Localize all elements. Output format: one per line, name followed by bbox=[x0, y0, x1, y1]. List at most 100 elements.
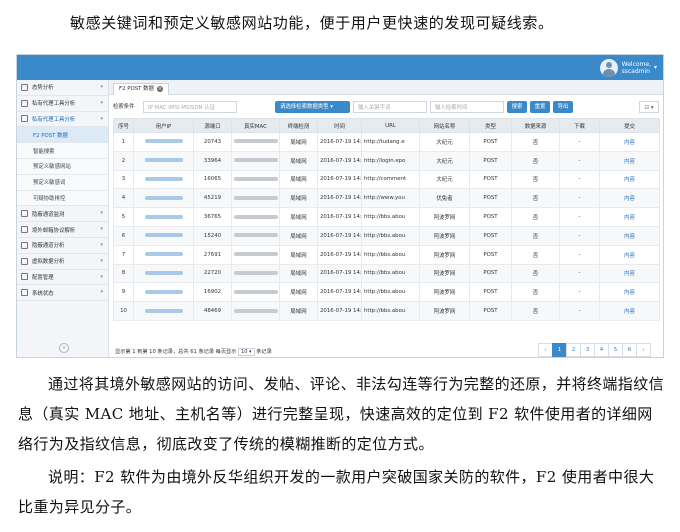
table-cell: 2016-07-19 14: bbox=[317, 225, 362, 246]
table-cell[interactable]: 内容 bbox=[599, 301, 660, 321]
page-button[interactable]: › bbox=[636, 343, 651, 357]
table-cell: 局域网 bbox=[279, 150, 318, 171]
page-button[interactable]: 2 bbox=[566, 343, 581, 357]
table-cell[interactable]: 内容 bbox=[599, 169, 660, 190]
sidebar-item[interactable]: F2 POST 数据 bbox=[17, 127, 108, 144]
page-button[interactable]: 4 bbox=[594, 343, 609, 357]
sidebar-item[interactable]: 隐蔽通道监测 ▾ bbox=[17, 206, 108, 223]
table-cell: 否 bbox=[511, 132, 560, 152]
table-cell[interactable]: 内容 bbox=[599, 150, 660, 171]
column-header[interactable]: 源端口 bbox=[193, 118, 232, 133]
table-cell bbox=[231, 282, 280, 303]
column-header[interactable]: 提交 bbox=[599, 118, 660, 133]
table-cell: 8 bbox=[113, 263, 134, 284]
table-cell bbox=[231, 169, 280, 190]
menu-icon bbox=[21, 210, 28, 218]
table-row[interactable]: 4 45219 局域网 2016-07-19 14: http://www.you 优兔者… bbox=[113, 188, 660, 209]
sidebar-item[interactable]: 态势分析 ▾ bbox=[17, 80, 108, 96]
column-header[interactable]: 网站名称 bbox=[419, 118, 470, 133]
table-cell: 大纪元 bbox=[419, 132, 470, 152]
redacted-value bbox=[234, 139, 278, 144]
data-type-select[interactable]: 请选择检索数据类型 ▾ bbox=[275, 101, 350, 113]
avatar-icon bbox=[599, 58, 618, 77]
page-button[interactable]: 3 bbox=[580, 343, 595, 357]
tab-f2-post[interactable]: F2 POST 数据 × bbox=[113, 83, 169, 95]
table-cell: 优兔者 bbox=[419, 188, 470, 209]
sidebar-item[interactable]: 私有代理工具分析 ▾ bbox=[17, 96, 108, 112]
reset-button[interactable]: 重置 bbox=[530, 101, 550, 113]
table-cell: 10 bbox=[113, 301, 134, 321]
table-cell: 2016-07-19 14: bbox=[317, 244, 362, 265]
table-cell: POST bbox=[469, 244, 512, 265]
export-button[interactable]: 导出 bbox=[553, 101, 573, 113]
body-paragraph: 通过将其境外敏感网站的访问、发帖、评论、非法勾连等行为完整的还原，并将终端指纹信… bbox=[18, 375, 665, 453]
table-cell bbox=[231, 244, 280, 265]
column-header[interactable]: 类型 bbox=[469, 118, 512, 133]
table-cell: 否 bbox=[511, 150, 560, 171]
table-cell[interactable]: 内容 bbox=[599, 244, 660, 265]
page-button[interactable]: 1 bbox=[552, 343, 567, 357]
sidebar-item[interactable]: 预定义敏感网站 bbox=[17, 158, 108, 175]
user-menu[interactable]: Welcome, sscadmin ▾ bbox=[599, 57, 657, 78]
sidebar-item[interactable]: 可疑协助排控 bbox=[17, 190, 108, 207]
table-cell: 2016-07-19 14: bbox=[317, 282, 362, 303]
sidebar-item[interactable]: 虚拟数据分析 ▾ bbox=[17, 254, 108, 270]
table-row[interactable]: 6 15240 局域网 2016-07-19 14: http://bbs.abou 阿波… bbox=[113, 225, 660, 246]
page-button[interactable]: 5 bbox=[608, 343, 623, 357]
chevron-down-icon: ▾ bbox=[653, 64, 657, 71]
search-button[interactable]: 搜索 bbox=[507, 101, 527, 113]
sidebar-item[interactable]: 隐蔽通道分析 ▾ bbox=[17, 238, 108, 254]
sidebar-item[interactable]: 配置管理 ▾ bbox=[17, 270, 108, 286]
table-row[interactable]: 10 48469 局域网 2016-07-19 14: http://bbs.abou 阿… bbox=[113, 301, 660, 321]
sidebar-item[interactable]: 私有代理工具分析 ▾ bbox=[17, 112, 108, 128]
table-row[interactable]: 5 36765 局域网 2016-07-19 14: http://bbs.abou 阿波… bbox=[113, 207, 660, 227]
sidebar-item[interactable]: 智能搜索 bbox=[17, 143, 108, 159]
table-cell: http://bbs.abou bbox=[361, 263, 420, 284]
table-row[interactable]: 8 22720 局域网 2016-07-19 14: http://bbs.abou 阿波… bbox=[113, 263, 660, 284]
column-header[interactable]: 终端检测 bbox=[279, 118, 318, 133]
column-header[interactable]: 下载 bbox=[559, 118, 600, 133]
table-cell[interactable]: 内容 bbox=[599, 188, 660, 209]
sidebar-item-label: 态势分析 bbox=[32, 85, 54, 92]
table-cell[interactable]: 内容 bbox=[599, 225, 660, 246]
table-cell bbox=[133, 188, 194, 209]
table-cell[interactable]: 内容 bbox=[599, 207, 660, 227]
column-header[interactable]: 真实MAC bbox=[231, 118, 280, 133]
collapse-sidebar-icon[interactable]: « bbox=[59, 343, 69, 353]
redacted-value bbox=[234, 270, 278, 275]
table-cell[interactable]: 内容 bbox=[599, 282, 660, 303]
table-cell: 2016-07-19 14: bbox=[317, 263, 362, 284]
sidebar-item[interactable]: 预定义敏感词 bbox=[17, 174, 108, 191]
redacted-value bbox=[234, 214, 278, 219]
table-cell: 3 bbox=[113, 169, 134, 190]
sidebar-item[interactable]: 境外邮箱协议解析 ▾ bbox=[17, 222, 108, 238]
table-row[interactable]: 1 20743 局域网 2016-07-19 14: http://tudang.e 大纪… bbox=[113, 132, 660, 152]
table-cell[interactable]: 内容 bbox=[599, 132, 660, 152]
column-header[interactable]: 序号 bbox=[113, 118, 134, 133]
table-row[interactable]: 7 27691 局域网 2016-07-19 14: http://bbs.abou 阿波… bbox=[113, 244, 660, 265]
sidebar-item[interactable]: 系统状态 ▾ bbox=[17, 285, 108, 302]
column-header[interactable]: 时间 bbox=[317, 118, 362, 133]
page-button[interactable]: ‹ bbox=[538, 343, 553, 357]
table-cell: 否 bbox=[511, 263, 560, 284]
ip-input[interactable]: IP MAC IMSI MSISDN 认证 bbox=[143, 101, 237, 113]
tab-bar: F2 POST 数据 × bbox=[109, 80, 663, 95]
column-header[interactable]: URL bbox=[361, 118, 420, 133]
table-cell: 20743 bbox=[193, 132, 232, 152]
table-cell: POST bbox=[469, 301, 512, 321]
column-header[interactable]: 数据来源 bbox=[511, 118, 560, 133]
page-size-select[interactable]: 10 ▾ bbox=[238, 348, 255, 356]
redacted-value bbox=[144, 214, 183, 219]
column-header[interactable]: 用户IP bbox=[133, 118, 194, 133]
keyword-input[interactable]: 输入关键字词 bbox=[353, 101, 427, 113]
table-cell[interactable]: 内容 bbox=[599, 263, 660, 284]
close-icon[interactable]: × bbox=[156, 86, 163, 92]
redacted-value bbox=[234, 233, 278, 238]
table-row[interactable]: 9 16902 局域网 2016-07-19 14: http://bbs.abou 阿波… bbox=[113, 282, 660, 303]
table-row[interactable]: 3 16065 局域网 2016-07-19 14: http://comment 大纪元… bbox=[113, 169, 660, 190]
table-row[interactable]: 2 33964 局域网 2016-07-19 14: http://login.epo 大… bbox=[113, 150, 660, 171]
columns-icon[interactable]: ☷ ▾ bbox=[639, 101, 659, 113]
page-button[interactable]: 6 bbox=[622, 343, 637, 357]
table-cell: 16065 bbox=[193, 169, 232, 190]
time-input[interactable]: 输入检索时间 bbox=[430, 101, 504, 113]
